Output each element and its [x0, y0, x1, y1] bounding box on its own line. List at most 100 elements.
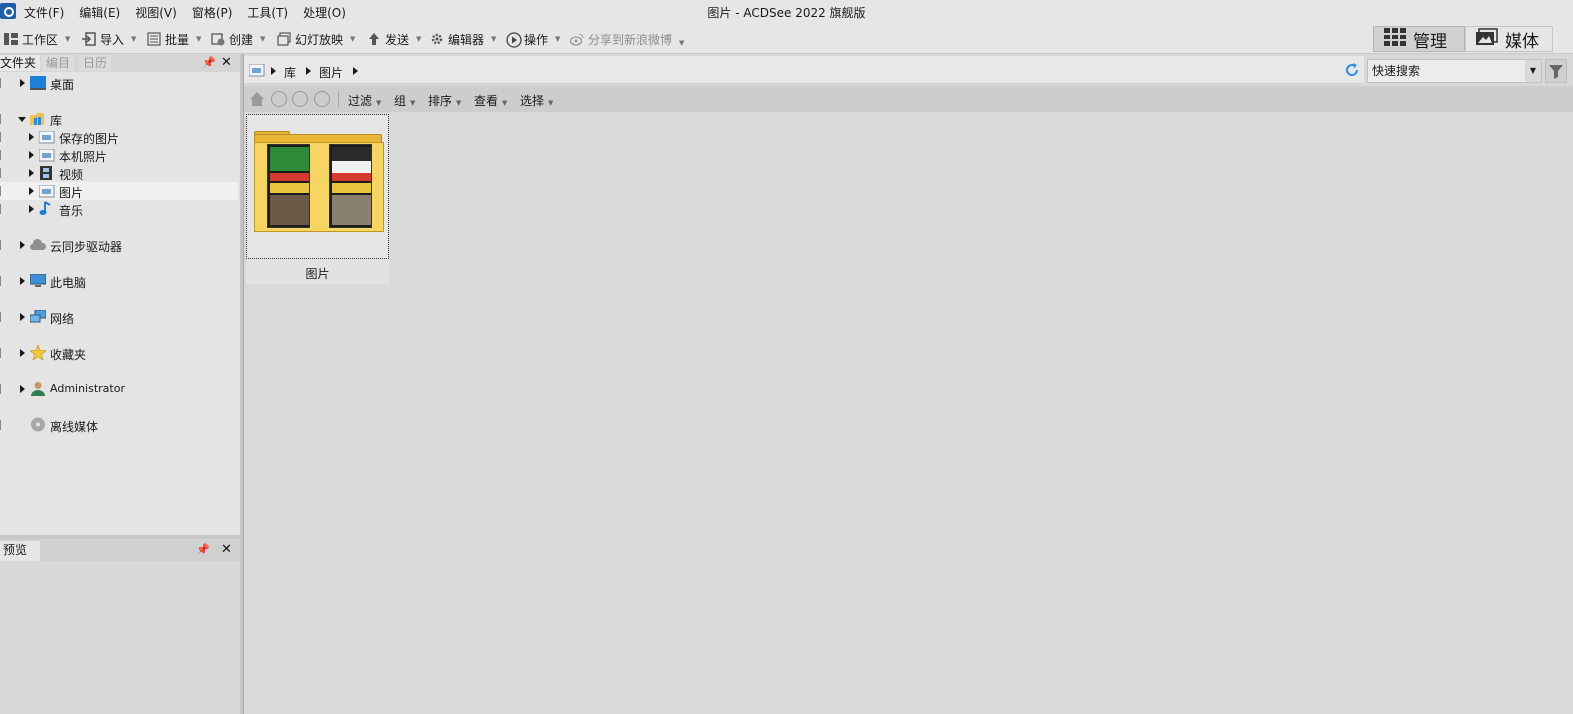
tree-item-favorites[interactable]: 收藏夹 [0, 343, 238, 362]
folders-panel: 文件夹 编目 日历 📌 ✕ 桌面 库 保存的图片 本机照片 视频 图片 音乐 云… [0, 54, 240, 535]
close-icon[interactable]: ✕ [221, 542, 232, 557]
panel-tabs: 文件夹 编目 日历 📌 ✕ [0, 54, 240, 72]
select-menu[interactable]: 选择 ▼ [520, 92, 553, 109]
refresh-icon[interactable] [1344, 62, 1360, 81]
expand-arrow-icon[interactable] [20, 349, 25, 357]
desktop-icon [30, 76, 46, 90]
create-button[interactable]: 创建 ▼ [211, 30, 265, 48]
slideshow-button[interactable]: 幻灯放映 ▼ [277, 30, 355, 48]
tree-item-pictures[interactable]: 图片 [0, 182, 238, 200]
send-button[interactable]: 发送 ▼ [367, 30, 421, 48]
chevron-down-icon: ▼ [350, 35, 356, 43]
expand-arrow-icon[interactable] [29, 205, 34, 213]
up-arrow-icon[interactable] [314, 91, 330, 107]
forward-arrow-icon[interactable] [292, 91, 308, 107]
expand-arrow-icon[interactable] [20, 385, 25, 393]
filter-menu[interactable]: 过滤 ▼ [348, 92, 381, 109]
home-icon[interactable] [249, 91, 265, 110]
preview-panel: 预览 📌 ✕ [0, 539, 240, 714]
tree-item-library[interactable]: 库 [0, 110, 238, 128]
group-menu[interactable]: 组 ▼ [394, 92, 415, 109]
actions-button[interactable]: 操作 ▼ [506, 30, 560, 48]
expand-arrow-icon[interactable] [29, 151, 34, 159]
path-separator-icon[interactable] [271, 67, 276, 75]
breadcrumb-pictures[interactable]: 图片 [319, 64, 343, 81]
tab-folders[interactable]: 文件夹 [0, 55, 41, 71]
chevron-down-icon: ▼ [131, 35, 137, 43]
user-icon [30, 381, 46, 396]
tree-item-saved-pictures[interactable]: 保存的图片 [0, 128, 238, 146]
media-mode-button[interactable]: 媒体 [1465, 26, 1553, 52]
workspace-button[interactable]: 工作区 ▼ [4, 30, 70, 48]
tree-label: 此电脑 [50, 276, 87, 290]
editor-button[interactable]: 编辑器 ▼ [430, 30, 496, 48]
workspace-icon [4, 32, 18, 46]
tab-preview[interactable]: 预览 [0, 541, 40, 561]
expand-arrow-icon[interactable] [29, 187, 34, 195]
grid-icon [1384, 27, 1406, 51]
tree-item-this-pc[interactable]: 此电脑 [0, 272, 238, 290]
editor-label: 编辑器 [448, 32, 485, 47]
breadcrumb-library[interactable]: 库 [284, 64, 296, 81]
tree-item-offline-media[interactable]: 离线媒体 [0, 416, 238, 434]
tab-calendar[interactable]: 日历 [79, 55, 112, 71]
tree-label: Administrator [50, 382, 125, 395]
title-bar: 文件(F) 编辑(E) 视图(V) 窗格(P) 工具(T) 处理(O) 图片 -… [0, 0, 1573, 24]
pin-icon[interactable]: 📌 [196, 543, 210, 556]
send-up-arrow-icon [367, 32, 381, 46]
disc-icon [30, 417, 46, 432]
pin-icon[interactable]: 📌 [202, 56, 216, 69]
expand-arrow-icon[interactable] [20, 241, 25, 249]
chevron-down-icon[interactable]: ▼ [1525, 60, 1541, 82]
tree-label: 本机照片 [59, 150, 108, 164]
path-separator-icon[interactable] [353, 67, 358, 75]
tree-item-music[interactable]: 音乐 [0, 200, 238, 218]
batch-label: 批量 [165, 32, 190, 47]
file-name: 图片 [305, 267, 330, 281]
close-icon[interactable]: ✕ [221, 55, 232, 70]
tree-label: 视频 [59, 168, 84, 182]
sort-menu[interactable]: 排序 ▼ [428, 92, 461, 109]
tree-label: 音乐 [59, 204, 84, 218]
image-preview [267, 144, 310, 228]
select-label: 选择 [520, 94, 545, 108]
tree-item-network[interactable]: 网络 [0, 308, 238, 326]
divider [338, 91, 339, 107]
tree-item-cloud-drives[interactable]: 云同步驱动器 [0, 236, 238, 254]
expand-arrow-icon[interactable] [20, 313, 25, 321]
share-weibo-button[interactable]: 分享到新浪微博 ▼ [569, 30, 685, 48]
expand-arrow-icon[interactable] [20, 79, 25, 87]
actions-label: 操作 [524, 32, 549, 47]
tree-label: 桌面 [50, 78, 75, 92]
import-button[interactable]: 导入 ▼ [82, 30, 136, 48]
batch-button[interactable]: 批量 ▼ [147, 30, 201, 48]
tree-item-videos[interactable]: 视频 [0, 164, 238, 182]
thumbnail[interactable] [246, 114, 389, 259]
tree-label: 离线媒体 [50, 420, 99, 434]
file-item-folder[interactable]: 图片 [246, 114, 389, 284]
expand-arrow-icon[interactable] [29, 169, 34, 177]
chevron-down-icon: ▼ [679, 39, 685, 47]
sort-label: 排序 [428, 94, 453, 108]
back-arrow-icon[interactable] [271, 91, 287, 107]
quick-search-input[interactable]: 快速搜索 [1367, 59, 1542, 83]
path-separator-icon[interactable] [306, 67, 311, 75]
preview-header: 预览 📌 ✕ [0, 539, 240, 561]
chevron-down-icon: ▼ [555, 35, 561, 43]
view-menu[interactable]: 查看 ▼ [474, 92, 507, 109]
expand-arrow-icon[interactable] [20, 277, 25, 285]
tree-item-desktop[interactable]: 桌面 [0, 74, 238, 92]
chevron-down-icon: ▼ [502, 99, 508, 107]
tree-item-administrator[interactable]: Administrator [0, 380, 238, 398]
image-preview [329, 144, 372, 228]
expand-arrow-icon[interactable] [29, 133, 34, 141]
tab-catalog[interactable]: 编目 [42, 55, 75, 71]
tree-item-camera-roll[interactable]: 本机照片 [0, 146, 238, 164]
group-label: 组 [394, 94, 407, 108]
window-title: 图片 - ACDSee 2022 旗舰版 [707, 6, 866, 20]
send-label: 发送 [385, 32, 410, 47]
filter-icon[interactable] [1545, 59, 1567, 83]
picture-library-icon [38, 148, 55, 163]
manage-mode-button[interactable]: 管理 [1373, 26, 1465, 52]
collapse-arrow-icon[interactable] [18, 117, 26, 122]
